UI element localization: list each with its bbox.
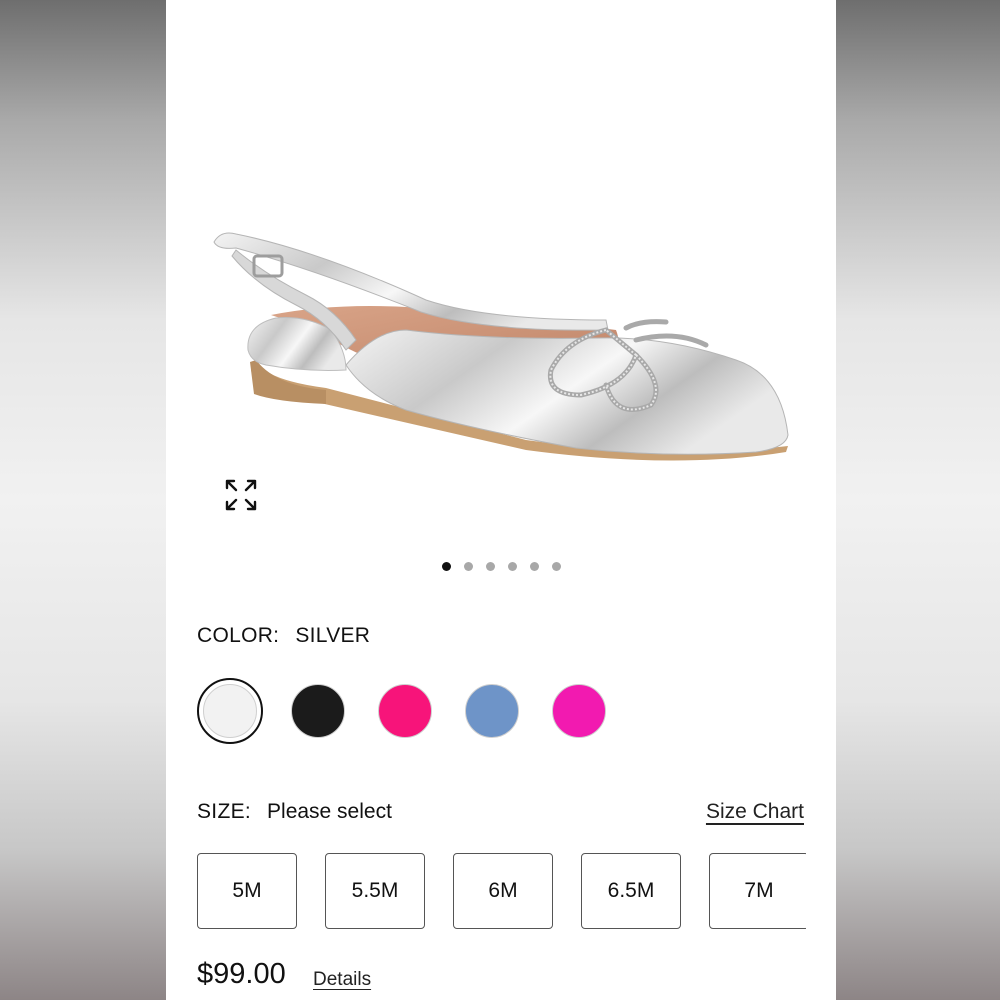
- size-options: 5M 5.5M 6M 6.5M 7M: [197, 853, 806, 931]
- carousel-dot[interactable]: [507, 562, 517, 571]
- swatch-fill: [552, 684, 606, 738]
- color-heading: COLOR: SILVER: [197, 624, 370, 648]
- background-left: [0, 0, 166, 1000]
- swatch-silver[interactable]: [197, 678, 263, 744]
- size-label: SIZE:: [197, 800, 252, 823]
- background-right: [834, 0, 1000, 1000]
- size-option-6-5m[interactable]: 6.5M: [581, 853, 681, 929]
- color-label: COLOR:: [197, 624, 280, 647]
- swatch-fill: [465, 684, 519, 738]
- carousel-dots: [166, 562, 836, 572]
- swatch-denim[interactable]: [459, 678, 525, 744]
- swatch-pink[interactable]: [372, 678, 438, 744]
- swatch-fill: [203, 684, 257, 738]
- size-value: Please select: [267, 800, 392, 823]
- swatch-black[interactable]: [285, 678, 351, 744]
- carousel-dot[interactable]: [529, 562, 539, 571]
- size-option-6m[interactable]: 6M: [453, 853, 553, 929]
- swatch-magenta[interactable]: [546, 678, 612, 744]
- color-value: SILVER: [295, 624, 371, 647]
- size-option-5m[interactable]: 5M: [197, 853, 297, 929]
- product-image[interactable]: [196, 190, 816, 550]
- details-link[interactable]: Details: [313, 969, 371, 991]
- carousel-dot[interactable]: [463, 562, 473, 571]
- swatch-fill: [291, 684, 345, 738]
- price: $99.00: [197, 958, 286, 990]
- carousel-dot[interactable]: [551, 562, 561, 571]
- size-option-5-5m[interactable]: 5.5M: [325, 853, 425, 929]
- product-page: COLOR: SILVER SIZE: Please select Size Cha…: [166, 0, 836, 1000]
- size-option-7m[interactable]: 7M: [709, 853, 806, 929]
- size-heading: SIZE: Please select: [197, 800, 392, 824]
- size-chart-link[interactable]: Size Chart: [706, 800, 804, 824]
- carousel-dot[interactable]: [485, 562, 495, 571]
- expand-icon[interactable]: [224, 478, 258, 512]
- swatch-fill: [378, 684, 432, 738]
- carousel-dot[interactable]: [441, 562, 451, 571]
